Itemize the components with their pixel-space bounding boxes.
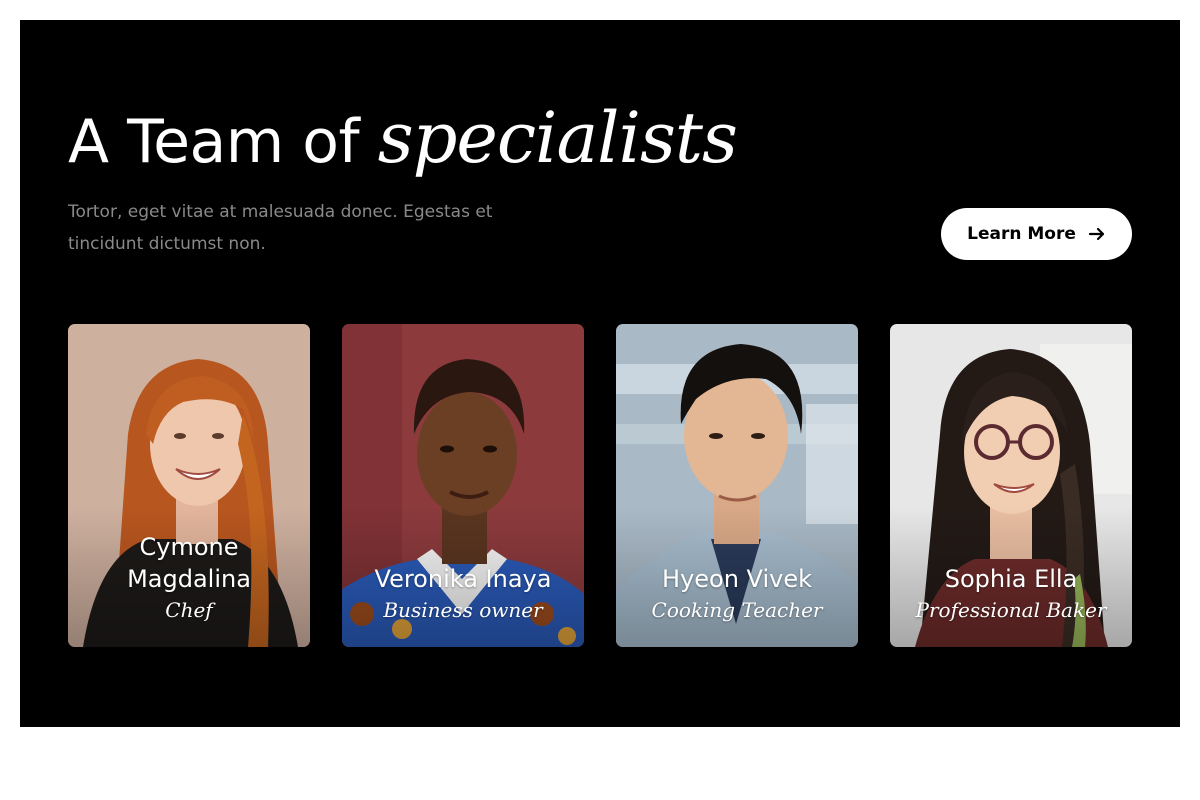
section-heading: A Team of specialists [68, 97, 738, 182]
card-caption: Hyeon Vivek Cooking Teacher [616, 563, 858, 623]
card-caption: Cymone Magdalina Chef [68, 531, 310, 623]
team-cards: Cymone Magdalina Chef Veronika Inaya Bus… [68, 324, 1132, 647]
member-name: Sophia Ella [944, 565, 1078, 593]
card-caption: Sophia Ella Professional Baker [890, 563, 1132, 623]
heading-emphasis: specialists [377, 97, 738, 179]
learn-more-label: Learn More [967, 224, 1076, 244]
team-card[interactable]: Sophia Ella Professional Baker [890, 324, 1132, 647]
member-role: Chef [165, 598, 213, 622]
card-caption: Veronika Inaya Business owner [342, 563, 584, 623]
member-role: Professional Baker [915, 598, 1107, 622]
arrow-right-icon [1088, 225, 1106, 243]
member-name: Veronika Inaya [374, 565, 552, 593]
member-name: Hyeon Vivek [662, 565, 812, 593]
heading-plain: A Team of [68, 107, 360, 177]
learn-more-button[interactable]: Learn More [941, 208, 1132, 260]
member-role: Business owner [383, 598, 543, 622]
team-card[interactable]: Hyeon Vivek Cooking Teacher [616, 324, 858, 647]
section-subtitle: Tortor, eget vitae at malesuada donec. E… [68, 202, 493, 254]
team-card[interactable]: Cymone Magdalina Chef [68, 324, 310, 647]
team-section: A Team of specialists Tortor, eget vitae… [20, 20, 1180, 727]
member-name: Cymone Magdalina [127, 533, 251, 593]
team-card[interactable]: Veronika Inaya Business owner [342, 324, 584, 647]
member-role: Cooking Teacher [651, 598, 823, 622]
